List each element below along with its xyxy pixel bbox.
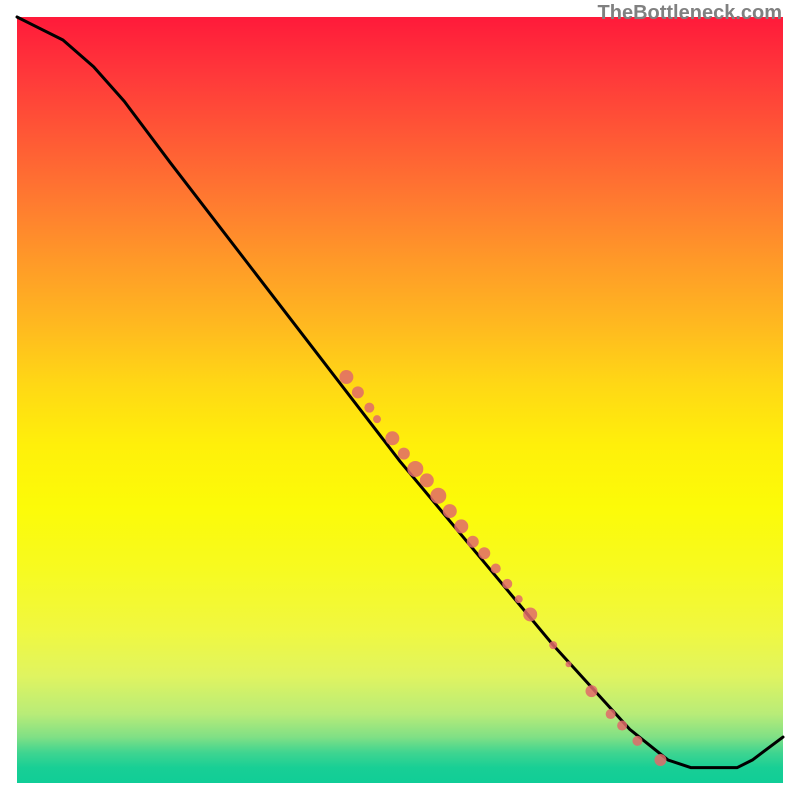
gradient-background (17, 17, 783, 783)
chart-container: TheBottleneck.com (0, 0, 800, 800)
attribution-text: TheBottleneck.com (598, 2, 782, 25)
